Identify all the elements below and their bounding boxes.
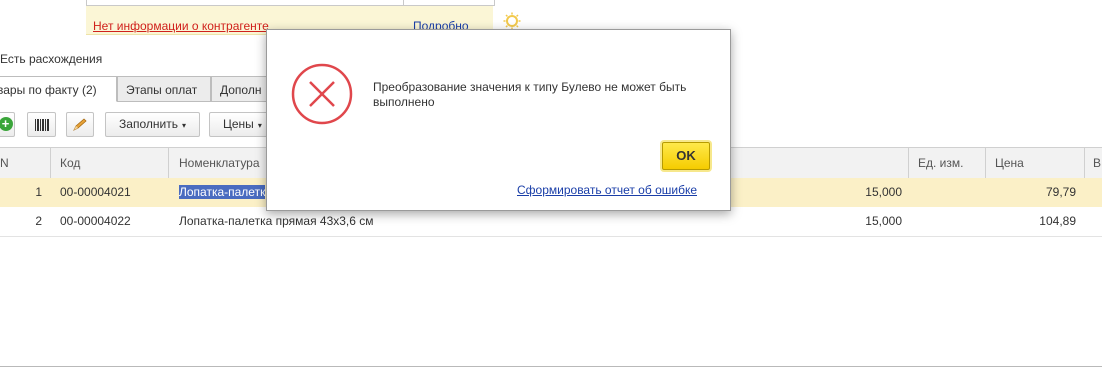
error-report-link[interactable]: Сформировать отчет об ошибке: [517, 183, 697, 197]
row-code: 00-00004021: [60, 185, 131, 199]
error-icon: [291, 63, 353, 125]
row-nomenclature: Лопатка-палетка прямая 43х3,6 см: [179, 214, 374, 228]
row-number: 2: [35, 214, 42, 228]
table-toolbar: + Заполнить ▾ Цены ▾: [0, 112, 290, 138]
edit-button[interactable]: [66, 112, 94, 137]
counterparty-field[interactable]: [86, 0, 495, 6]
column-header-n[interactable]: N: [0, 148, 9, 178]
column-header-code[interactable]: Код: [60, 148, 80, 178]
barcode-button[interactable]: [27, 112, 56, 137]
row-number: 1: [35, 185, 42, 199]
table-bottom-border: [0, 366, 1102, 367]
table-row[interactable]: 2 00-00004022 Лопатка-палетка прямая 43х…: [0, 207, 1102, 237]
caret-down-icon: ▾: [181, 121, 186, 130]
tab-payment-stages[interactable]: Этапы оплат: [117, 76, 211, 102]
loading-sun-icon: [503, 12, 521, 30]
plus-icon: +: [0, 117, 13, 131]
add-row-button[interactable]: +: [0, 112, 15, 137]
error-dialog: Преобразование значения к типу Булево не…: [266, 29, 731, 211]
row-quantity: 15,000: [865, 185, 902, 199]
ok-button[interactable]: OK: [662, 142, 710, 170]
fill-dropdown-button[interactable]: Заполнить ▾: [105, 112, 200, 137]
row-quantity: 15,000: [865, 214, 902, 228]
tab-bar: вары по факту (2) Этапы оплат Дополн: [0, 76, 291, 179]
error-message: Преобразование значения к типу Булево не…: [373, 80, 687, 109]
caret-down-icon: ▾: [257, 121, 262, 130]
pencil-icon: [73, 118, 87, 131]
fill-label: Заполнить: [119, 117, 178, 131]
column-header-price[interactable]: Цена: [995, 148, 1024, 178]
row-price: 104,89: [1039, 214, 1076, 228]
column-header-extra[interactable]: В: [1093, 148, 1101, 178]
column-header-unit[interactable]: Ед. изм.: [918, 148, 963, 178]
row-code: 00-00004022: [60, 214, 131, 228]
tab-goods-actual[interactable]: вары по факту (2): [0, 76, 117, 102]
column-header-nomenclature[interactable]: Номенклатура: [179, 148, 260, 178]
row-nomenclature[interactable]: Лопатка-палетк: [179, 178, 266, 207]
row-price: 79,79: [1045, 185, 1076, 199]
selected-text: Лопатка-палетк: [179, 185, 266, 199]
discrepancy-label: Есть расхождения: [0, 52, 103, 66]
no-counterparty-info-link[interactable]: Нет информации о контрагенте: [93, 19, 269, 33]
barcode-icon: [34, 119, 49, 131]
prices-label: Цены: [223, 117, 254, 131]
